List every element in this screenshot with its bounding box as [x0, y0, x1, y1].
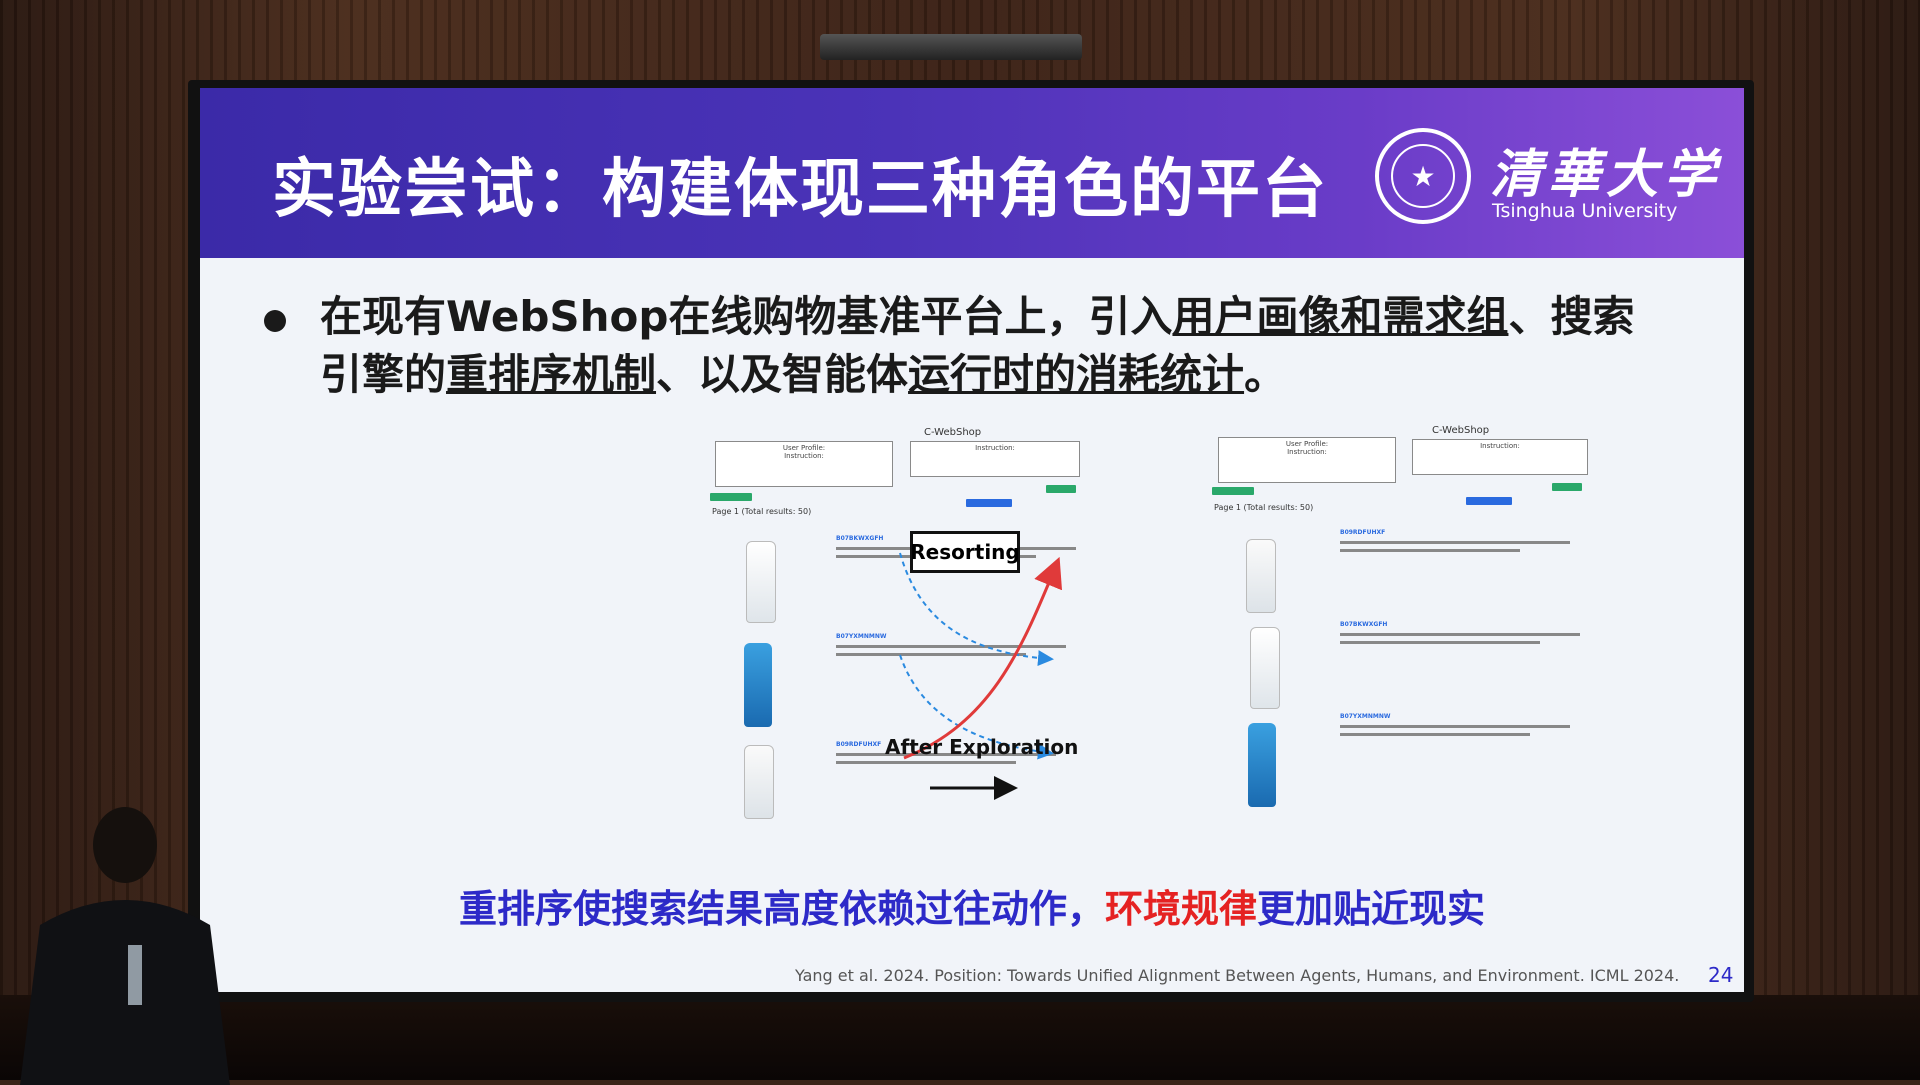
slide-citation: Yang et al. 2024. Position: Towards Unif… [795, 966, 1680, 985]
red-curved-arrow [903, 556, 1063, 760]
speaker-silhouette [20, 807, 230, 1085]
webshop-resorting-figure: User Profile: Instruction: C-WebShop Inst… [490, 423, 1588, 843]
slide-title: 实验尝试：构建体现三种角色的平台 [272, 153, 1328, 227]
after-exploration-label: After Exploration [885, 735, 1079, 759]
tsinghua-seal-icon: ★ [1375, 128, 1471, 224]
presentation-slide: 实验尝试：构建体现三种角色的平台 ★ 清華大学 Tsinghua Univers… [200, 88, 1744, 992]
bullet-point: 在现有WebShop在线购物基准平台上，引入用户画像和需求组、搜索引擎的重排序机… [264, 288, 1672, 404]
next-button-right [1552, 483, 1582, 491]
slide-title-bar: 实验尝试：构建体现三种角色的平台 ★ 清華大学 Tsinghua Univers… [200, 88, 1744, 258]
stage-floor [0, 995, 1920, 1080]
university-logo-cn: 清華大学 [1490, 144, 1723, 205]
bullet-dot-icon [264, 310, 286, 332]
resorting-label: Resorting [910, 531, 1020, 573]
university-logo-en: Tsinghua University [1492, 200, 1678, 222]
projector-housing [820, 34, 1082, 60]
slide-conclusion: 重排序使搜索结果高度依赖过往动作，环境规律更加贴近现实 [458, 887, 1486, 931]
bullet-text: 在现有WebShop在线购物基准平台上，引入用户画像和需求组、搜索引擎的重排序机… [320, 292, 1635, 399]
resorting-arrows [899, 552, 1063, 800]
slide-page-number: 24 [1708, 963, 1734, 987]
